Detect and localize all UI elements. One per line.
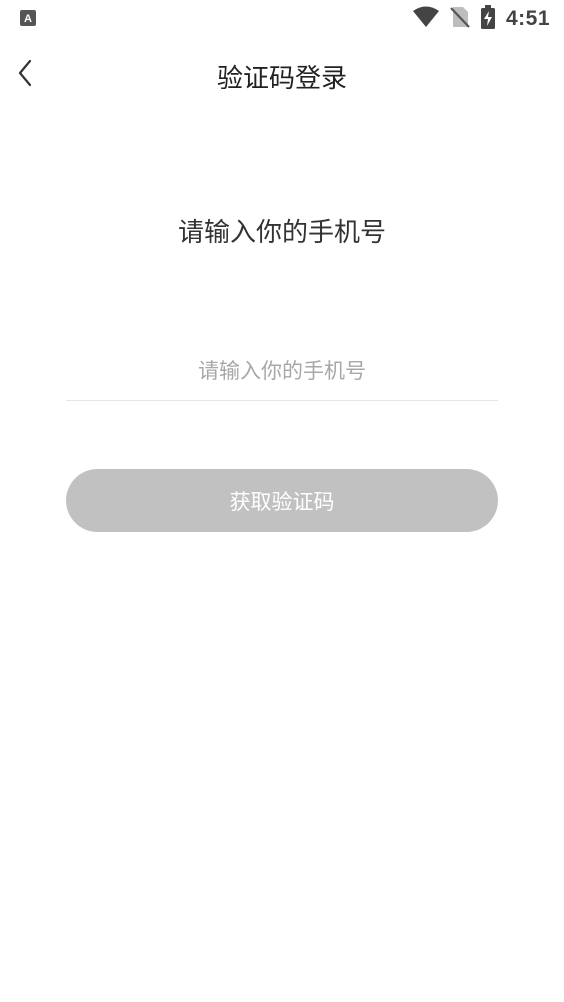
status-bar: A 4:51 [0,0,564,38]
keyboard-a-icon: A [19,9,37,27]
wifi-icon [412,6,440,32]
battery-charging-icon [480,5,496,33]
verification-login-screen: A 4:51 验证码登录 请输入你的手机号 请输入你的手机号 获取验证码 [0,0,564,1002]
get-verification-code-button[interactable]: 获取验证码 [66,469,498,532]
no-sim-icon [450,6,470,32]
status-time: 4:51 [505,7,550,30]
phone-input-container [66,342,498,401]
app-bar: 验证码登录 [0,44,564,106]
phone-number-input[interactable] [66,342,498,400]
phone-prompt-heading: 请输入你的手机号 [177,218,386,248]
svg-text:A: A [24,13,32,25]
page-title: 验证码登录 [216,64,347,94]
status-icons: 4:51 [412,5,550,33]
